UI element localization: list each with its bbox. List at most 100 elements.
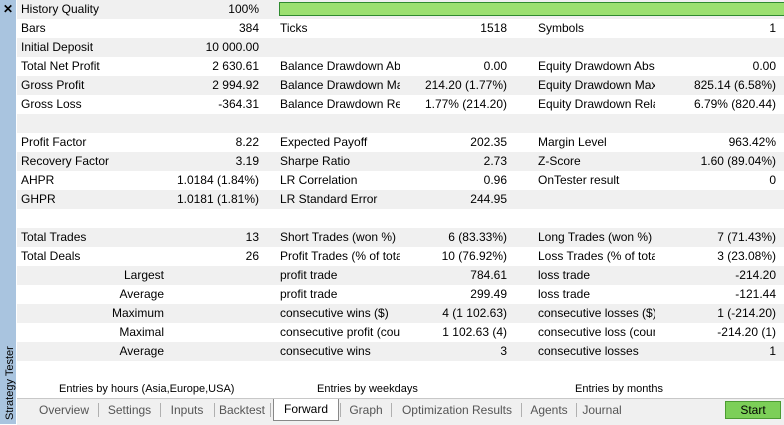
report-row: Largest profit trade 784.61 loss trade -214.… bbox=[17, 266, 784, 285]
report-row: GHPR 1.0181 (1.81%) LR Standard Error 244.9… bbox=[17, 190, 784, 209]
metric-value: Average bbox=[119, 344, 164, 358]
subtab-entries[interactable]: Entries by months bbox=[575, 383, 663, 395]
metric-value: 384 bbox=[238, 21, 259, 35]
metric-value: 1.77% (214.20) bbox=[424, 97, 507, 111]
subtab-entries[interactable]: Entries by weekdays bbox=[317, 383, 418, 395]
metric-label: AHPR bbox=[21, 173, 55, 187]
metric-label: profit trade bbox=[280, 268, 338, 282]
metric-label: Equity Drawdown Maximal bbox=[538, 78, 655, 92]
metric-label: consecutive loss (count) bbox=[538, 325, 655, 339]
metric-value: 1 bbox=[769, 21, 776, 35]
metric-label: LR Standard Error bbox=[280, 192, 378, 206]
metric-value: 963.42% bbox=[728, 135, 776, 149]
metric-value: 1.0181 (1.81%) bbox=[176, 192, 259, 206]
tab-forward[interactable]: Forward bbox=[273, 399, 339, 421]
metric-label: Loss Trades (% of total) bbox=[538, 249, 655, 263]
report-row: Bars 384 Ticks 1518 Symbols 1 bbox=[17, 19, 784, 38]
metric-value: 2.73 bbox=[483, 154, 507, 168]
tab-backtest[interactable]: Backtest bbox=[217, 401, 267, 419]
report-row: Average profit trade 299.49 loss trade -121.… bbox=[17, 285, 784, 304]
metric-value: 244.95 bbox=[470, 192, 507, 206]
metric-label: Equity Drawdown Absol... bbox=[538, 59, 655, 73]
metric-label: GHPR bbox=[21, 192, 56, 206]
metric-label: Margin Level bbox=[538, 135, 607, 149]
metric-label: Bars bbox=[21, 21, 46, 35]
metric-value: 214.20 (1.77%) bbox=[424, 78, 507, 92]
tab-separator bbox=[98, 403, 99, 417]
tester-tab-bar: Overview Settings Inputs Backtest Forward Gra… bbox=[17, 398, 784, 425]
tab-settings[interactable]: Settings bbox=[102, 401, 157, 419]
report-row: History Quality 100% bbox=[17, 0, 784, 19]
metric-value: 2 994.92 bbox=[212, 78, 259, 92]
metric-value: 10 000.00 bbox=[205, 40, 259, 54]
metric-value: 1 102.63 (4) bbox=[442, 325, 507, 339]
metric-value: 3 (23.08%) bbox=[717, 249, 776, 263]
tab-separator bbox=[391, 403, 392, 417]
subtab-entries[interactable]: Entries by hours (Asia,Europe,USA) bbox=[59, 383, 234, 395]
metric-value: 1 (-214.20) bbox=[717, 306, 776, 320]
metric-value: 299.49 bbox=[470, 287, 507, 301]
report-row: Maximum consecutive wins ($) 4 (1 102.63) c… bbox=[17, 304, 784, 323]
report-table: History Quality 100% Bars 384 Ticks 1518 Symbo… bbox=[17, 0, 784, 380]
tab-separator bbox=[576, 403, 577, 417]
metric-label: Profit Factor bbox=[21, 135, 87, 149]
metric-value: 7 (71.43%) bbox=[717, 230, 776, 244]
sidebar-title: Strategy Tester bbox=[4, 346, 16, 420]
metric-value: 0.96 bbox=[483, 173, 507, 187]
report-row: Gross Loss -364.31 Balance Drawdown Relat.… bbox=[17, 95, 784, 114]
metric-value: 0.00 bbox=[483, 59, 507, 73]
report-row: Total Deals 26 Profit Trades (% of total) 1… bbox=[17, 247, 784, 266]
metric-value: 6 (83.33%) bbox=[448, 230, 507, 244]
metric-value: 6.79% (820.44) bbox=[693, 97, 776, 111]
close-icon[interactable]: ✕ bbox=[2, 3, 14, 15]
metric-value: 784.61 bbox=[470, 268, 507, 282]
metric-label: Ticks bbox=[280, 21, 308, 35]
tab-graph[interactable]: Graph bbox=[344, 401, 388, 419]
metric-value: -121.44 bbox=[735, 287, 776, 301]
metric-label: Total Deals bbox=[21, 249, 81, 263]
report-row: Profit Factor 8.22 Expected Payoff 202.35 Ma… bbox=[17, 133, 784, 152]
metric-value: 13 bbox=[245, 230, 259, 244]
tab-optimization-results[interactable]: Optimization Results bbox=[396, 401, 518, 419]
metric-label: LR Correlation bbox=[280, 173, 358, 187]
metric-value: 8.22 bbox=[235, 135, 259, 149]
metric-label: Expected Payoff bbox=[280, 135, 368, 149]
metric-label: Total Net Profit bbox=[21, 59, 100, 73]
metric-value: Maximal bbox=[119, 325, 164, 339]
metric-value: -364.31 bbox=[218, 97, 259, 111]
metric-value: 26 bbox=[245, 249, 259, 263]
metric-label: Equity Drawdown Relative bbox=[538, 97, 655, 111]
report-row: Average consecutive wins 3 consecutive loss… bbox=[17, 342, 784, 361]
metric-label: Z-Score bbox=[538, 154, 581, 168]
metric-label: History Quality bbox=[21, 2, 100, 16]
tab-separator bbox=[521, 403, 522, 417]
metric-label: Profit Trades (% of total) bbox=[280, 249, 400, 263]
metric-label: consecutive wins ($) bbox=[280, 306, 389, 320]
metric-value: -214.20 (1) bbox=[717, 325, 776, 339]
metric-label: Long Trades (won %) bbox=[538, 230, 653, 244]
report-row bbox=[17, 114, 784, 133]
tab-inputs[interactable]: Inputs bbox=[163, 401, 211, 419]
metric-value: 3.19 bbox=[235, 154, 259, 168]
metric-value: 0 bbox=[769, 173, 776, 187]
report-row: AHPR 1.0184 (1.84%) LR Correlation 0.96 OnTe… bbox=[17, 171, 784, 190]
metric-value: 202.35 bbox=[470, 135, 507, 149]
metric-value: 100% bbox=[228, 2, 259, 16]
metric-label: consecutive losses ($) bbox=[538, 306, 655, 320]
tab-agents[interactable]: Agents bbox=[525, 401, 573, 419]
start-button[interactable]: Start bbox=[725, 401, 781, 419]
metric-value: 825.14 (6.58%) bbox=[693, 78, 776, 92]
metric-value: 10 (76.92%) bbox=[441, 249, 507, 263]
metric-value: 0.00 bbox=[752, 59, 776, 73]
metric-label: Balance Drawdown Maxi... bbox=[280, 78, 400, 92]
metric-value: 1518 bbox=[480, 21, 507, 35]
metric-label: consecutive wins bbox=[280, 344, 371, 358]
report-row bbox=[17, 209, 784, 228]
tab-overview[interactable]: Overview bbox=[33, 401, 95, 419]
tab-journal[interactable]: Journal bbox=[580, 401, 624, 419]
metric-value: 1.0184 (1.84%) bbox=[176, 173, 259, 187]
metric-label: Sharpe Ratio bbox=[280, 154, 351, 168]
report-subtabs: Entries by hours (Asia,Europe,USA) Entrie… bbox=[17, 380, 784, 398]
metric-value: 2 630.61 bbox=[212, 59, 259, 73]
metric-label: Short Trades (won %) bbox=[280, 230, 397, 244]
